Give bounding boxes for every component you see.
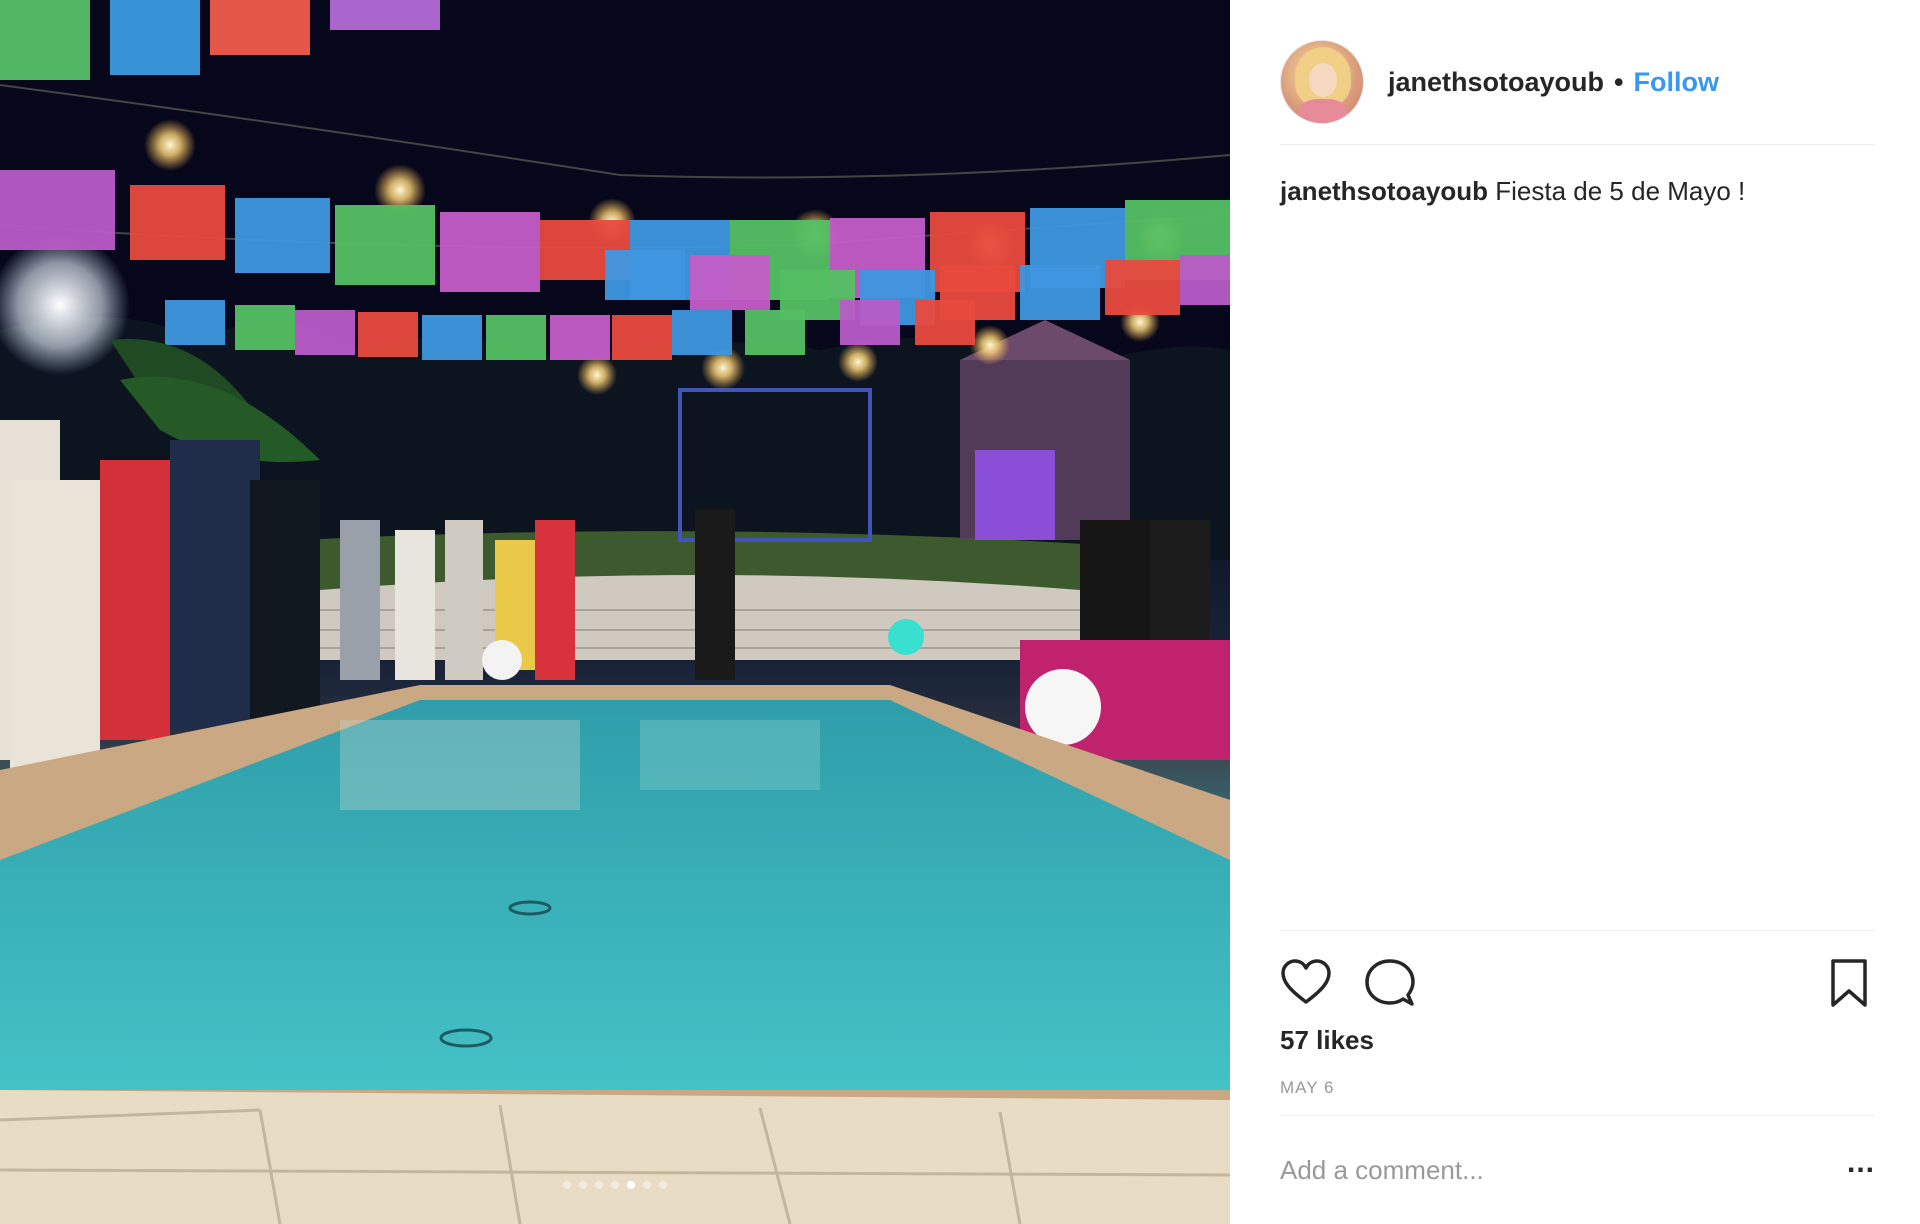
carousel-dot[interactable] [563,1181,571,1189]
follow-button[interactable]: Follow [1633,67,1718,98]
carousel-dot[interactable] [579,1181,587,1189]
post-header: janethsotoayoub • Follow [1280,20,1875,145]
heart-icon[interactable] [1280,957,1332,1009]
post-photo[interactable] [0,0,1230,1224]
post-side-panel: janethsotoayoub • Follow janethsotoayoub… [1230,0,1920,1224]
user-row: janethsotoayoub • Follow [1388,67,1719,98]
separator-dot: • [1614,66,1624,97]
comment-input[interactable] [1280,1145,1847,1195]
likes-count[interactable]: 57 likes [1280,1025,1374,1056]
caption-text: Fiesta de 5 de Mayo ! [1495,176,1746,206]
carousel-dot[interactable] [611,1181,619,1189]
carousel-dot[interactable] [659,1181,667,1189]
comment-bar: ... [1280,1115,1875,1224]
avatar[interactable] [1280,40,1364,124]
carousel-dot[interactable] [643,1181,651,1189]
carousel-indicator [0,1181,1230,1193]
carousel-dot[interactable] [595,1181,603,1189]
action-icons [1280,931,1875,1026]
party-scene-illustration [0,0,1230,1224]
post-date[interactable]: MAY 6 [1280,1078,1334,1098]
caption-username[interactable]: janethsotoayoub [1280,176,1488,206]
more-options-icon[interactable]: ... [1847,1148,1875,1187]
comment-icon[interactable] [1364,957,1416,1009]
bookmark-icon[interactable] [1823,957,1875,1009]
post-caption: janethsotoayoub Fiesta de 5 de Mayo ! [1280,173,1875,209]
username-link[interactable]: janethsotoayoub [1388,67,1604,98]
avatar-face [1309,63,1337,97]
actions-bar [1280,930,1875,1026]
avatar-dress [1299,99,1347,123]
carousel-dot-active[interactable] [627,1181,635,1189]
